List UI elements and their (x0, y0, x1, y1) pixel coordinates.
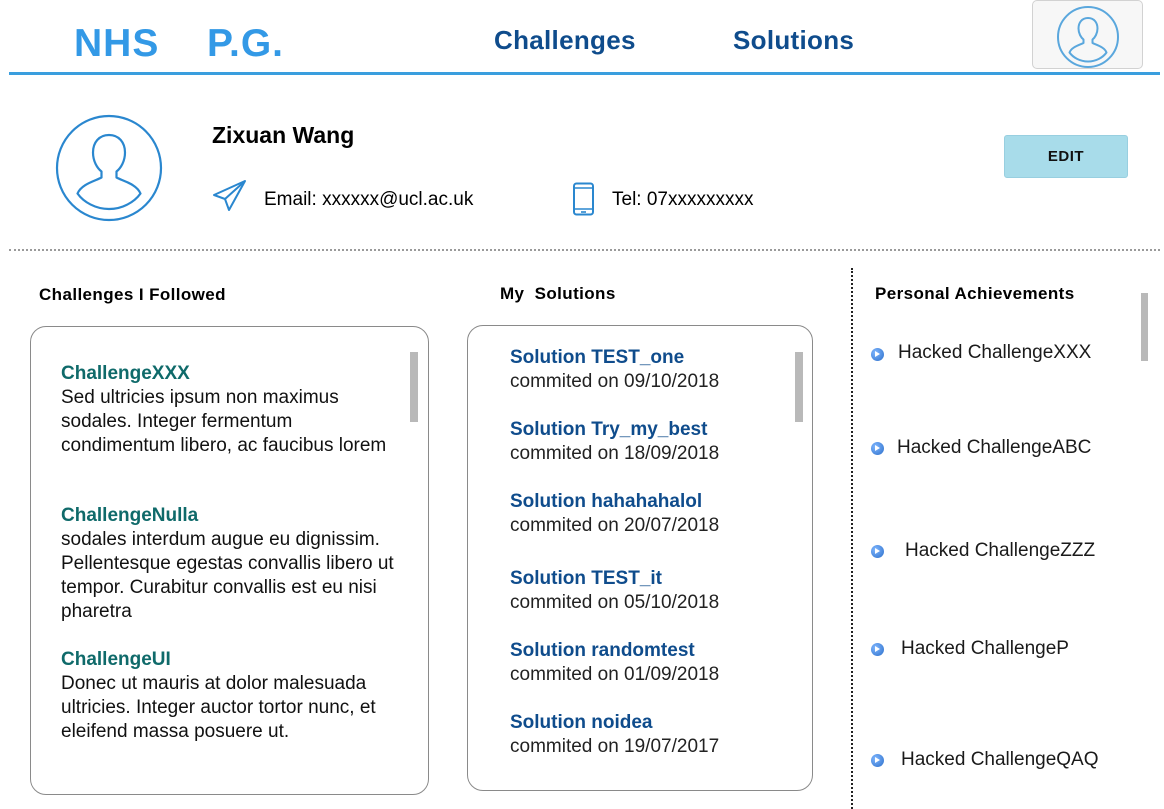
header-user-avatar-button[interactable] (1032, 0, 1143, 69)
challenge-description: Donec ut mauris at dolor malesuada ultri… (61, 673, 376, 742)
solution-title[interactable]: Solution TEST_it (510, 567, 790, 591)
logo-pg[interactable]: P.G. (207, 22, 284, 66)
solution-date: commited on 05/10/2018 (510, 592, 720, 613)
list-item[interactable]: ChallengeNulla sodales interdum augue eu… (61, 504, 406, 624)
challenges-followed-panel[interactable]: ChallengeXXX Sed ultricies ipsum non max… (30, 326, 429, 795)
challenges-scrollbar[interactable] (410, 352, 418, 422)
profile-email: Email: xxxxxx@ucl.ac.uk (264, 189, 474, 210)
profile-name: Zixuan Wang (212, 122, 355, 148)
paper-plane-icon (212, 179, 248, 218)
achievement-item: Hacked ChallengeABC (897, 437, 1092, 458)
solution-title[interactable]: Solution noidea (510, 711, 790, 735)
my-solutions-title: My Solutions (500, 284, 616, 303)
my-solutions-panel[interactable]: Solution TEST_one commited on 09/10/2018… (467, 325, 813, 791)
nav-solutions[interactable]: Solutions (733, 25, 854, 56)
achievement-item: Hacked ChallengeZZZ (905, 540, 1096, 561)
list-item[interactable]: Solution randomtest commited on 01/09/20… (510, 639, 790, 687)
challenge-description: Sed ultricies ipsum non maximus sodales.… (61, 387, 387, 456)
play-circle-icon (871, 348, 884, 361)
challenge-title[interactable]: ChallengeXXX (61, 362, 406, 386)
play-circle-icon (871, 442, 884, 455)
achievements-scrollbar[interactable] (1141, 293, 1148, 361)
list-item[interactable]: Solution noidea commited on 19/07/2017 (510, 711, 790, 759)
solution-title[interactable]: Solution TEST_one (510, 346, 790, 370)
list-item[interactable]: Solution Try_my_best commited on 18/09/2… (510, 418, 790, 466)
list-item[interactable]: Solution hahahahalol commited on 20/07/2… (510, 490, 790, 538)
challenge-title[interactable]: ChallengeNulla (61, 504, 406, 528)
profile-divider (9, 249, 1160, 251)
solution-title[interactable]: Solution hahahahalol (510, 490, 790, 514)
personal-achievements-title: Personal Achievements (875, 284, 1075, 303)
solution-title[interactable]: Solution Try_my_best (510, 418, 790, 442)
solution-date: commited on 18/09/2018 (510, 443, 720, 464)
achievement-item: Hacked ChallengeQAQ (901, 749, 1099, 770)
play-circle-icon (871, 643, 884, 656)
challenge-description: sodales interdum augue eu dignissim. Pel… (61, 529, 394, 622)
list-item[interactable]: ChallengeUI Donec ut mauris at dolor mal… (61, 648, 406, 744)
logo-nhs[interactable]: NHS (74, 22, 159, 66)
achievement-item: Hacked ChallengeXXX (898, 342, 1092, 363)
profile-avatar (55, 114, 163, 227)
list-item[interactable]: Solution TEST_one commited on 09/10/2018 (510, 346, 790, 394)
user-avatar-icon (1057, 6, 1119, 68)
nav-challenges[interactable]: Challenges (494, 25, 636, 56)
solution-title[interactable]: Solution randomtest (510, 639, 790, 663)
list-item[interactable]: Solution TEST_it commited on 05/10/2018 (510, 567, 790, 615)
solution-date: commited on 09/10/2018 (510, 371, 720, 392)
challenge-title[interactable]: ChallengeUI (61, 648, 406, 672)
profile-phone: Tel: 07xxxxxxxxx (612, 189, 754, 210)
play-circle-icon (871, 545, 884, 558)
list-item[interactable]: ChallengeXXX Sed ultricies ipsum non max… (61, 362, 406, 458)
user-avatar-icon (55, 114, 163, 222)
solution-date: commited on 01/09/2018 (510, 664, 720, 685)
challenges-followed-title: Challenges I Followed (39, 285, 226, 304)
edit-profile-button[interactable]: EDIT (1004, 135, 1128, 178)
solutions-scrollbar[interactable] (795, 352, 803, 422)
mobile-phone-icon (572, 182, 596, 221)
play-circle-icon (871, 754, 884, 767)
header-divider (9, 72, 1160, 75)
solution-date: commited on 20/07/2018 (510, 515, 720, 536)
solution-date: commited on 19/07/2017 (510, 736, 720, 757)
achievement-item: Hacked ChallengeP (901, 638, 1069, 659)
column-divider (851, 268, 853, 809)
